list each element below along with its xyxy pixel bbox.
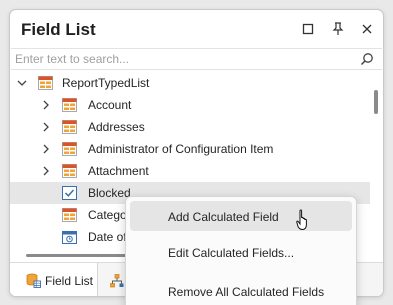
search-input[interactable] (11, 49, 351, 69)
tree-item-addresses[interactable]: Addresses (10, 116, 370, 138)
pin-icon (332, 22, 344, 35)
chevron-right-icon[interactable] (40, 143, 52, 155)
vertical-scrollbar[interactable] (374, 90, 378, 114)
tree-item-label: Account (88, 98, 132, 112)
panel-header: Field List (10, 10, 383, 48)
tree-root-row[interactable]: ReportTypedList (10, 72, 370, 94)
table-icon (62, 164, 77, 178)
table-icon (62, 120, 77, 134)
chevron-right-icon[interactable] (40, 165, 52, 177)
report-explorer-icon (110, 273, 124, 287)
table-icon (62, 142, 77, 156)
menu-item-label: Add Calculated Field (168, 210, 279, 224)
chevron-down-icon[interactable] (16, 77, 28, 89)
tree-item-label: ReportTypedList (62, 76, 150, 90)
tree-item-account[interactable]: Account (10, 94, 370, 116)
maximize-icon (302, 23, 314, 35)
remove-all-calculated-fields-item[interactable]: Remove All Calculated Fields (130, 276, 352, 305)
calendar-field-icon (62, 231, 77, 244)
tree-item-label: Blocked (88, 186, 131, 200)
tab-label: Field List (45, 273, 94, 288)
tree-item-label: Attachment (88, 164, 149, 178)
horizontal-scrollbar[interactable] (26, 254, 129, 257)
maximize-button[interactable] (298, 19, 318, 39)
chevron-right-icon[interactable] (40, 121, 52, 133)
table-icon (38, 76, 53, 90)
tab-field-list[interactable]: Field List (10, 263, 98, 296)
tree-item-attachment[interactable]: Attachment (10, 160, 370, 182)
hand-cursor-icon (296, 209, 307, 231)
pin-button[interactable] (328, 19, 348, 39)
search-icon[interactable] (360, 52, 374, 66)
search-box (11, 48, 382, 70)
add-calculated-field-item[interactable]: Add Calculated Field (130, 201, 352, 231)
context-menu: Add Calculated Field Edit Calculated Fie… (125, 196, 357, 305)
chevron-right-icon[interactable] (40, 99, 52, 111)
edit-calculated-fields-item[interactable]: Edit Calculated Fields... (130, 237, 352, 267)
table-icon (62, 208, 77, 222)
tree-item-administrator[interactable]: Administrator of Configuration Item (10, 138, 370, 160)
panel-title: Field List (21, 20, 96, 39)
table-icon (62, 98, 77, 112)
menu-item-label: Remove All Calculated Fields (168, 285, 325, 299)
tree-item-label: Date of (88, 230, 127, 244)
menu-item-label: Edit Calculated Fields... (168, 246, 295, 260)
tree-item-label: Addresses (88, 120, 145, 134)
close-icon (362, 24, 372, 34)
tree-item-label: Administrator of Configuration Item (88, 142, 274, 156)
checkbox-field-icon (62, 186, 77, 200)
close-button[interactable] (357, 19, 377, 39)
database-icon (26, 273, 41, 288)
